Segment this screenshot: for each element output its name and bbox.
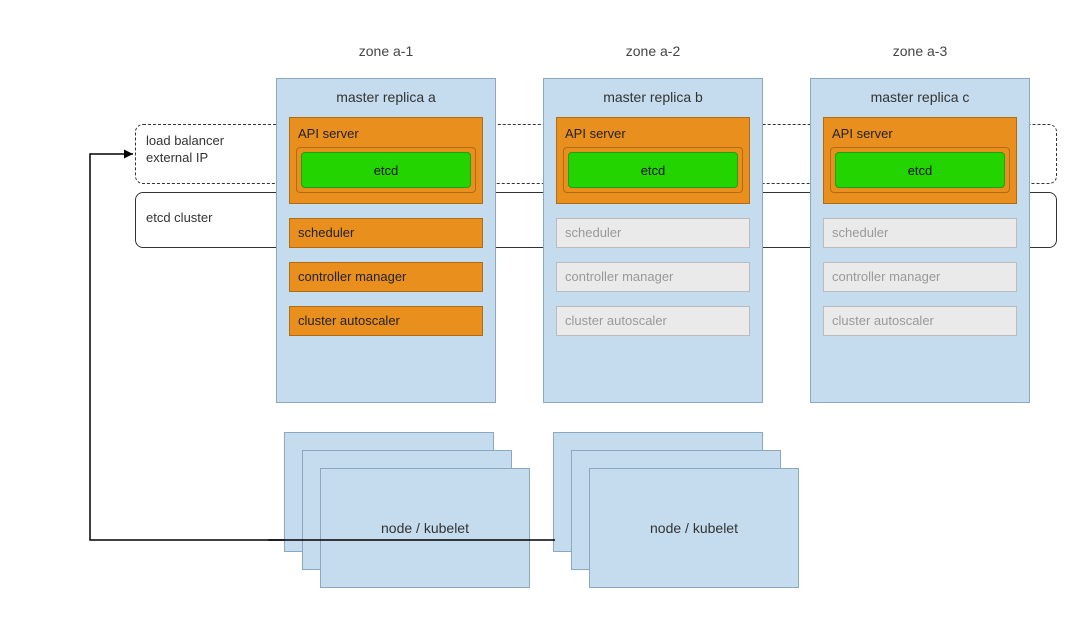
node-kubelet-stack-a: node / kubelet (284, 432, 524, 582)
etcd-instance: etcd (301, 152, 471, 188)
replica-title: master replica b (556, 89, 750, 105)
node-kubelet-label: node / kubelet (381, 520, 469, 536)
etcd-container: etcd (296, 147, 476, 193)
scheduler-row: scheduler (289, 218, 483, 248)
etcd-cluster-label: etcd cluster (146, 210, 212, 225)
cluster-autoscaler-row: cluster autoscaler (289, 306, 483, 336)
master-replica-c: master replica c API server etcd schedul… (810, 78, 1030, 403)
api-server-block: API server etcd (556, 117, 750, 204)
zone-label-a2: zone a-2 (543, 43, 763, 59)
node-kubelet-label: node / kubelet (650, 520, 738, 536)
controller-manager-row: controller manager (823, 262, 1017, 292)
api-server-label: API server (830, 126, 1010, 141)
api-server-block: API server etcd (289, 117, 483, 204)
master-replica-b: master replica b API server etcd schedul… (543, 78, 763, 403)
api-server-block: API server etcd (823, 117, 1017, 204)
cluster-autoscaler-row: cluster autoscaler (823, 306, 1017, 336)
etcd-container: etcd (563, 147, 743, 193)
scheduler-row: scheduler (823, 218, 1017, 248)
api-server-label: API server (563, 126, 743, 141)
etcd-instance: etcd (568, 152, 738, 188)
node-kubelet-stack-b: node / kubelet (553, 432, 793, 582)
zone-label-a3: zone a-3 (810, 43, 1030, 59)
diagram-canvas: zone a-1 zone a-2 zone a-3 load balancer… (0, 0, 1080, 632)
replica-title: master replica c (823, 89, 1017, 105)
load-balancer-label: load balancerexternal IP (146, 132, 224, 166)
scheduler-row: scheduler (556, 218, 750, 248)
etcd-instance: etcd (835, 152, 1005, 188)
etcd-container: etcd (830, 147, 1010, 193)
node-card: node / kubelet (589, 468, 799, 588)
controller-manager-row: controller manager (556, 262, 750, 292)
controller-manager-row: controller manager (289, 262, 483, 292)
replica-title: master replica a (289, 89, 483, 105)
api-server-label: API server (296, 126, 476, 141)
master-replica-a: master replica a API server etcd schedul… (276, 78, 496, 403)
node-card: node / kubelet (320, 468, 530, 588)
zone-label-a1: zone a-1 (276, 43, 496, 59)
cluster-autoscaler-row: cluster autoscaler (556, 306, 750, 336)
